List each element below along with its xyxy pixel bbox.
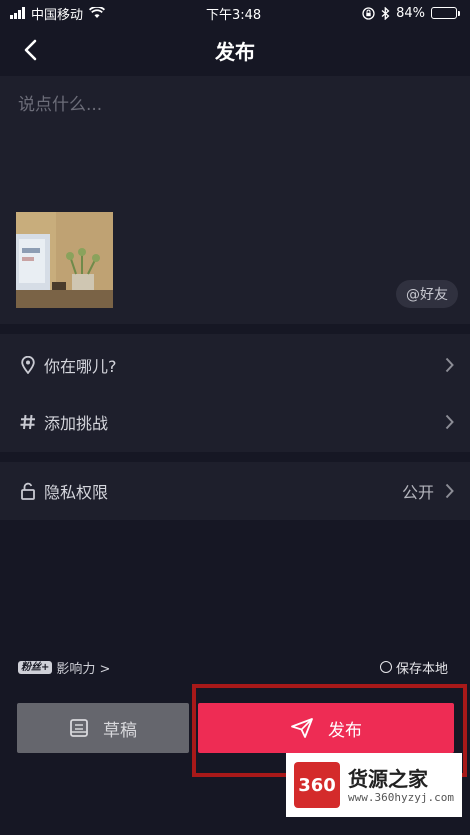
carrier-name: 中国移动 <box>31 7 84 23</box>
draft-label: 草稿 <box>103 720 137 741</box>
watermark-text: 货源之家 www.360hyzyj.com <box>348 767 454 804</box>
compose-card: @好友 <box>0 76 470 324</box>
battery-icon <box>431 7 460 19</box>
privacy-row[interactable]: 隐私权限 公开 <box>0 462 470 520</box>
watermark-title: 货源之家 <box>348 766 428 791</box>
watermark: 360 货源之家 www.360hyzyj.com <box>286 753 462 817</box>
challenge-label: 添加挑战 <box>44 414 109 433</box>
hashtag-icon <box>18 412 38 432</box>
privacy-card: 隐私权限 公开 <box>0 462 470 520</box>
publish-button[interactable]: 发布 <box>198 703 454 753</box>
nav-bar: 发布 <box>0 26 470 74</box>
thumbnail-image <box>16 212 113 308</box>
battery-percent: 84% <box>396 5 425 21</box>
watermark-url: www.360hyzyj.com <box>348 790 454 804</box>
draft-icon <box>70 719 88 737</box>
location-row[interactable]: 你在哪儿? <box>0 336 470 394</box>
chevron-right-icon <box>442 356 456 374</box>
send-icon <box>291 718 313 738</box>
fan-logo: 粉丝+ <box>18 660 53 674</box>
location-pin-icon <box>18 355 38 375</box>
wifi-icon <box>89 7 106 18</box>
chevron-left-icon <box>24 39 37 61</box>
save-local-toggle[interactable]: 保存本地 <box>379 658 448 677</box>
radio-circle-icon <box>379 661 392 673</box>
watermark-badge: 360 <box>294 762 340 808</box>
challenge-row[interactable]: 添加挑战 <box>0 393 470 451</box>
page-title: 发布 <box>215 39 255 64</box>
influence-label: 影响力 > <box>56 661 111 677</box>
chevron-right-icon <box>442 413 456 431</box>
privacy-value: 公开 <box>401 483 434 502</box>
back-button[interactable] <box>16 36 44 64</box>
location-label: 你在哪儿? <box>44 357 117 376</box>
draft-button[interactable]: 草稿 <box>17 703 189 753</box>
signal-icon <box>10 7 25 19</box>
status-left: 中国移动 <box>10 4 106 23</box>
status-right: 84% <box>362 6 460 21</box>
footer-strip: 粉丝+ 影响力 > 保存本地 <box>0 656 470 678</box>
options-card: 你在哪儿? 添加挑战 <box>0 334 470 452</box>
influence-link[interactable]: 粉丝+ 影响力 > <box>18 658 110 677</box>
orientation-lock-icon <box>362 6 375 20</box>
unlock-icon <box>18 481 38 501</box>
save-local-label: 保存本地 <box>395 661 448 677</box>
video-thumbnail[interactable] <box>16 212 113 308</box>
status-time: 下午3:48 <box>205 7 262 23</box>
privacy-label: 隐私权限 <box>44 483 109 502</box>
bluetooth-icon <box>381 6 390 20</box>
publish-label: 发布 <box>328 720 362 741</box>
caption-input[interactable] <box>18 90 448 120</box>
status-bar: 中国移动 下午3:48 84% <box>0 0 470 26</box>
mention-label: @好友 <box>406 287 448 303</box>
chevron-right-icon <box>442 482 456 500</box>
mention-friends-button[interactable]: @好友 <box>396 280 458 308</box>
